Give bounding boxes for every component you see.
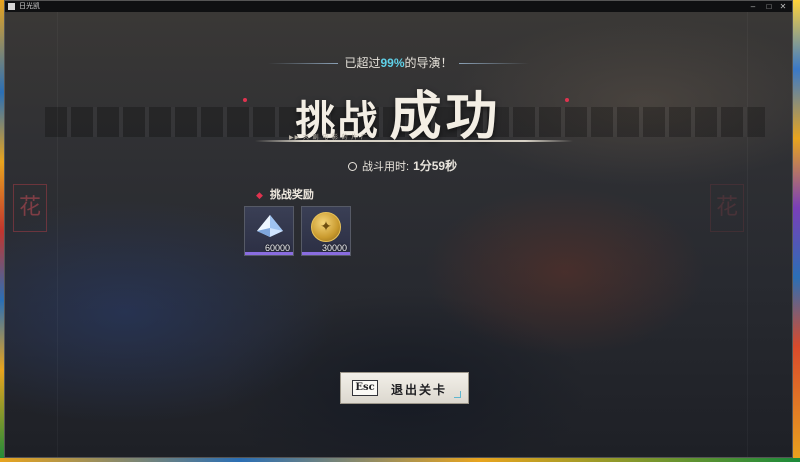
window-title: 日光凯 — [19, 3, 40, 10]
diamond-marker-icon: ◆ — [256, 190, 263, 200]
window-titlebar[interactable]: 日光凯 – □ ✕ — [5, 1, 792, 12]
reward-item-crystal[interactable]: 60000 — [244, 206, 294, 256]
taskbar-strip — [0, 458, 800, 462]
esc-key-hint: Esc — [352, 380, 378, 396]
exit-stage-label: 退出关卡 — [391, 383, 448, 397]
gold-coin-icon: ✦ — [311, 212, 341, 242]
result-screen: 花 花 已超过99%的导演！ 挑战 成功 ▶▶ 大 剧 电 影 的 片 厂 战斗用… — [5, 12, 792, 457]
clock-icon — [348, 162, 357, 171]
banner-prefix: 已超过 — [344, 56, 381, 70]
banner-deco-line — [268, 63, 339, 65]
duration-value: 1分59秒 — [413, 159, 458, 173]
banner-deco-line — [458, 63, 529, 65]
rarity-bar — [302, 252, 350, 255]
rank-banner: 已超过99%的导演！ — [5, 54, 792, 71]
reward-section-title: ◆ 挑战奖励 — [256, 186, 314, 202]
challenge-success-title: 挑战 成功 — [5, 74, 792, 149]
crystal-icon — [257, 215, 283, 237]
app-icon — [8, 3, 15, 10]
seal-stamp-left: 花 — [13, 184, 47, 232]
seal-stamp-right: 花 — [710, 184, 744, 232]
maximize-button[interactable]: □ — [762, 1, 776, 12]
close-button[interactable]: ✕ — [776, 1, 790, 12]
rarity-bar — [245, 252, 293, 255]
reward-item-gold-coin[interactable]: ✦ 30000 — [301, 206, 351, 256]
minimize-button[interactable]: – — [746, 1, 760, 12]
game-window: 日光凯 – □ ✕ 花 花 已超过99%的导演！ 挑战 成功 ▶▶ 大 剧 电 影… — [4, 0, 793, 458]
title-underline — [255, 140, 573, 142]
title-part-2: 成功 — [389, 86, 502, 147]
battle-duration: 战斗用时: 1分59秒 — [348, 157, 457, 174]
duration-label: 战斗用时: — [362, 161, 410, 173]
desktop-background-right — [793, 0, 800, 462]
exit-stage-button[interactable]: Esc 退出关卡 — [340, 372, 469, 404]
reward-title-label: 挑战奖励 — [269, 189, 314, 201]
rank-percent: 99% — [380, 56, 405, 70]
corner-deco-icon — [454, 391, 461, 398]
banner-suffix: 的导演！ — [404, 56, 453, 70]
